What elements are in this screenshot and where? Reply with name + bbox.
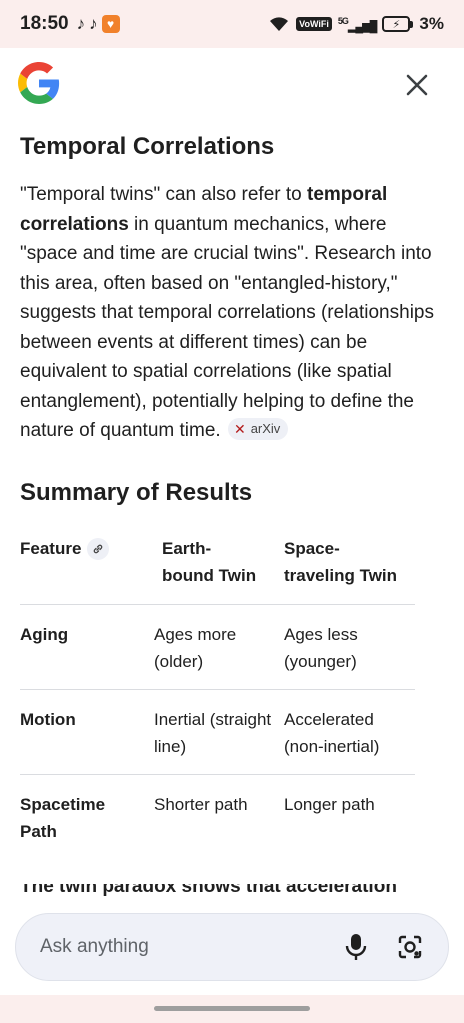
wifi-icon	[270, 17, 289, 31]
cell-space: Accelerated (non-inertial)	[284, 710, 380, 756]
source-chip-label: arXiv	[250, 421, 281, 436]
table-row: Aging Ages more (older) Ages less (young…	[20, 605, 415, 690]
system-nav-bar	[0, 995, 464, 1023]
link-icon[interactable]	[87, 537, 110, 560]
battery-icon: ⚡	[382, 16, 414, 32]
cell-space: Ages less (younger)	[284, 625, 358, 671]
section-heading-summary: Summary of Results	[20, 479, 253, 506]
volte-badge: VoWiFi	[296, 17, 332, 31]
status-bar: 18:50 ♪ ♪ ♥ VoWiFi 5G▂▄▆█ ⚡ 3%	[0, 0, 464, 48]
close-icon[interactable]	[402, 70, 432, 100]
paragraph-text: "Temporal twins" can also refer to	[20, 184, 307, 205]
ask-input-placeholder[interactable]: Ask anything	[40, 936, 344, 958]
cell-space: Longer path	[284, 795, 375, 814]
signal-icon: 5G▂▄▆█	[337, 15, 378, 33]
battery-percent: 3%	[419, 14, 444, 33]
gesture-handle[interactable]	[154, 1006, 310, 1011]
cell-earth: Ages more (older)	[154, 625, 237, 671]
cell-earth: Inertial (straight line)	[154, 710, 272, 756]
answer-paragraph: "Temporal twins" can also refer to tempo…	[20, 180, 440, 446]
paragraph-text: in quantum mechanics, where "space and t…	[20, 213, 434, 442]
source-chip-arxiv[interactable]: ✕ arXiv	[227, 418, 289, 440]
arxiv-icon: ✕	[233, 421, 246, 437]
status-time: 18:50	[20, 13, 69, 34]
cell-feature: Motion	[20, 710, 76, 729]
section-heading-temporal-correlations: Temporal Correlations	[20, 133, 275, 160]
ask-input-bar[interactable]: Ask anything	[15, 913, 449, 981]
header-cell-feature: Feature	[20, 535, 110, 562]
status-left: 18:50 ♪ ♪ ♥	[20, 13, 120, 35]
table-header-row: Feature Earth- bound Twin Space- traveli…	[20, 532, 415, 605]
mic-icon[interactable]	[344, 933, 368, 961]
clipped-next-paragraph: The twin paradox shows that acceleration…	[20, 884, 420, 902]
summary-table: Feature Earth- bound Twin Space- traveli…	[20, 532, 415, 860]
cell-feature: Spacetime Path	[20, 795, 106, 841]
google-logo	[18, 62, 60, 104]
tiktok-icon: ♪	[89, 14, 98, 33]
header-label: Feature	[20, 539, 82, 558]
network-type: 5G	[337, 15, 349, 26]
status-right: VoWiFi 5G▂▄▆█ ⚡ 3%	[268, 14, 444, 34]
tiktok-icon: ♪	[76, 14, 86, 33]
clipped-text: The twin paradox shows that acceleration…	[20, 884, 397, 897]
table-row: Spacetime Path Shorter path Longer path	[20, 775, 415, 860]
cell-feature: Aging	[20, 625, 69, 644]
header-cell-space: Space- traveling Twin	[284, 539, 398, 585]
app-notification-icon: ♥	[101, 15, 120, 33]
cell-earth: Shorter path	[154, 795, 248, 814]
camera-lens-icon[interactable]	[396, 933, 424, 961]
table-row: Motion Inertial (straight line) Accelera…	[20, 690, 415, 775]
header-cell-earth: Earth- bound Twin	[162, 539, 257, 585]
